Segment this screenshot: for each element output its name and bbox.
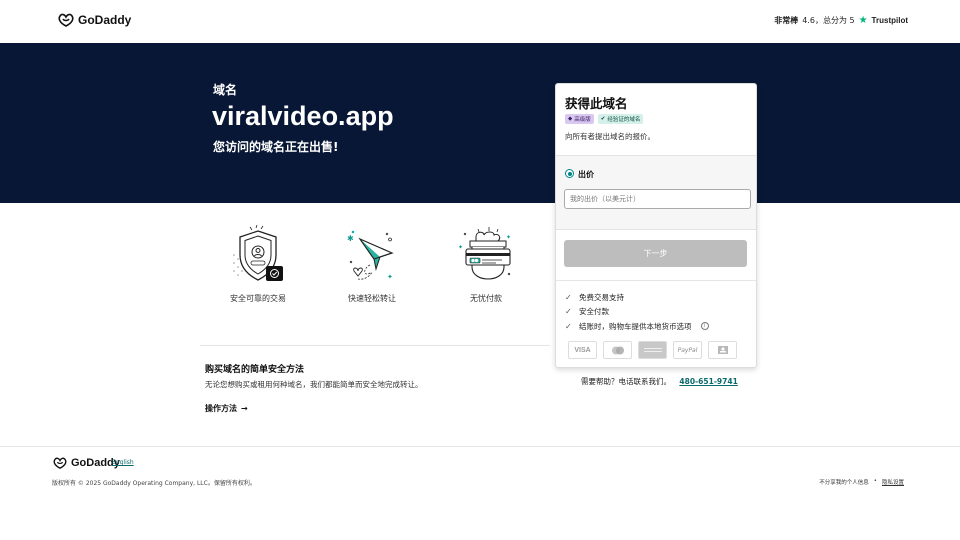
footer-links: 不分享我的个人信息 • 隐私设置 (819, 478, 904, 486)
top-bar: GoDaddy 非常棒 4.6，总分为 5 ★ Trustpilot (0, 0, 960, 44)
card-description: 向所有者提出域名的报价。 (565, 132, 655, 141)
do-not-sell-link[interactable]: 不分享我的个人信息 (819, 478, 869, 486)
paypal-icon: PayPal (673, 341, 702, 359)
hero-label: 域名 (213, 83, 238, 97)
trustpilot-star-icon: ★ (858, 15, 868, 26)
godaddy-logo-icon (53, 457, 67, 469)
feature-caption: 安全可靠的交易 (230, 294, 286, 303)
mastercard-icon (603, 341, 632, 359)
help-phone-link[interactable]: 480-651-9741 (679, 377, 737, 386)
how-it-works-title: 购买域名的简单安全方法 (205, 365, 305, 375)
card-title: 获得此域名 (565, 96, 628, 111)
benefit-label: 免费交易支持 (579, 292, 624, 302)
verified-check-icon: ✔ (600, 116, 606, 122)
benefit-label: 结账时，购物车提供本地货币选项 (579, 321, 692, 331)
how-it-works-description: 无论您想购买或租用何种域名，我们都能简单而安全地完成转让。 (205, 380, 423, 389)
feature-payment: ✦ ✦ 无忧付款 (436, 225, 536, 304)
benefit-item: ✓ 结账时，购物车提供本地货币选项 i (565, 319, 709, 334)
copyright-text: 版权所有 © 2025 GoDaddy Operating Company, L… (52, 480, 256, 487)
premium-badge: ◆ 高级版 (565, 114, 594, 124)
svg-text:✦: ✦ (506, 234, 511, 241)
help-contact: 需要帮助？电话联系我们。 480-651-9741 (581, 376, 738, 387)
credit-card-icon: ✦ ✦ (458, 227, 511, 280)
privacy-settings-link[interactable]: 隐私设置 (882, 478, 904, 486)
visa-icon: VISA (568, 341, 597, 359)
amex-icon (638, 341, 667, 359)
footer-divider (0, 446, 960, 447)
arrow-right-icon: → (241, 404, 248, 413)
feature-secure: 安全可靠的交易 (208, 225, 308, 304)
offer-radio-label[interactable]: 出价 (578, 169, 594, 180)
diamond-icon: ◆ (568, 116, 573, 122)
how-it-works-link[interactable]: 操作方法 → (205, 403, 248, 414)
feature-caption: 无忧付款 (470, 294, 502, 303)
domain-name: viralvideo.app (212, 101, 394, 131)
shield-icon (233, 225, 283, 281)
offer-card: 获得此域名 ◆ 高级版 ✔ 经验证的域名 向所有者提出域名的报价。 出价 下一步… (555, 83, 757, 368)
check-icon: ✓ (565, 321, 572, 331)
check-icon: ✓ (565, 307, 572, 317)
godaddy-logo-icon (58, 13, 74, 27)
help-text: 需要帮助？电话联系我们。 (581, 377, 671, 386)
bank-icon (708, 341, 737, 359)
hero-banner: 域名 viralvideo.app 您访问的域名正在出售! (0, 43, 960, 203)
svg-text:✦: ✦ (387, 273, 393, 281)
offer-section: 出价 (556, 155, 756, 230)
payment-methods: VISA PayPal (568, 341, 737, 359)
check-icon: ✓ (565, 292, 572, 302)
info-icon[interactable]: i (700, 322, 709, 331)
offer-radio[interactable] (565, 169, 574, 178)
benefit-item: ✓ 免费交易支持 (565, 290, 709, 305)
benefit-label: 安全付款 (579, 307, 609, 317)
logo-text: GoDaddy (78, 13, 132, 27)
trustpilot-rating[interactable]: 非常棒 4.6，总分为 5 ★ Trustpilot (774, 15, 908, 26)
benefits-list: ✓ 免费交易支持 ✓ 安全付款 ✓ 结账时，购物车提供本地货币选项 i (565, 290, 709, 334)
feature-caption: 快速轻松转让 (348, 294, 396, 303)
verified-badge-label: 经验证的域名 (607, 117, 641, 123)
feature-transfer: ✱ ✦ 快速轻松转让 (322, 225, 422, 304)
svg-text:✦: ✦ (458, 244, 463, 251)
paper-plane-icon: ✱ ✦ (347, 230, 394, 281)
benefit-item: ✓ 安全付款 (565, 305, 709, 320)
card-divider (556, 280, 756, 281)
svg-text:✱: ✱ (347, 234, 354, 243)
how-it-works-link-label: 操作方法 (205, 404, 237, 413)
footer-bullet: • (873, 478, 877, 484)
rating-value: 4.6，总分为 5 (802, 16, 855, 25)
language-selector[interactable]: English (112, 459, 134, 466)
footer-godaddy-logo[interactable]: GoDaddy (53, 457, 120, 469)
features-row: 安全可靠的交易 ✱ ✦ 快速轻松转让 ✦ ✦ 无忧付款 (205, 225, 545, 320)
next-step-button[interactable]: 下一步 (564, 240, 747, 267)
domain-badges: ◆ 高级版 ✔ 经验证的域名 (565, 114, 644, 124)
verified-badge: ✔ 经验证的域名 (597, 114, 644, 124)
rating-label: 非常棒 (774, 16, 799, 25)
godaddy-logo[interactable]: GoDaddy (58, 13, 131, 27)
premium-badge-label: 高级版 (574, 117, 591, 123)
section-divider (200, 345, 550, 346)
offer-amount-input[interactable] (564, 189, 751, 209)
trustpilot-label: Trustpilot (871, 16, 908, 25)
hero-subtitle: 您访问的域名正在出售! (213, 140, 339, 154)
